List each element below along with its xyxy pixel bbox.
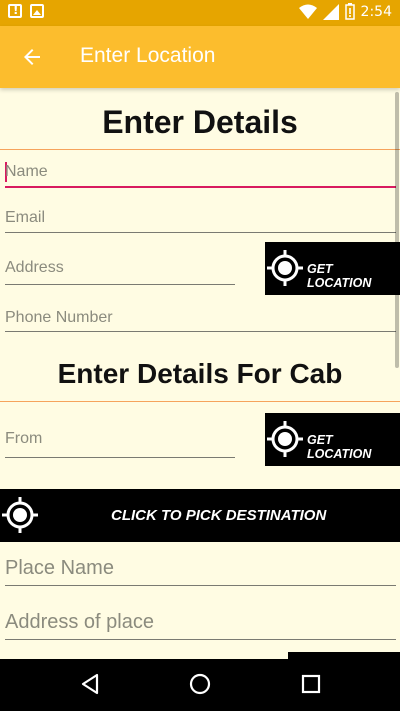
get-from-location-label: GET LOCATION bbox=[307, 433, 372, 461]
wifi-icon bbox=[298, 4, 317, 19]
email-label: Email bbox=[5, 209, 46, 226]
alert-notification-icon bbox=[8, 3, 22, 18]
nav-recents-icon[interactable] bbox=[300, 672, 322, 696]
from-underline bbox=[5, 457, 235, 458]
nav-home-icon[interactable] bbox=[188, 672, 212, 696]
app-title: Enter Location bbox=[80, 44, 216, 67]
scrollbar[interactable] bbox=[395, 92, 399, 368]
phone-underline bbox=[5, 331, 396, 332]
place-name-underline bbox=[5, 585, 396, 586]
get-location-button[interactable]: GET LOCATION bbox=[265, 242, 400, 295]
cab-divider bbox=[0, 401, 400, 402]
name-field[interactable]: Name bbox=[5, 156, 396, 190]
gps-target-icon bbox=[267, 421, 303, 457]
address-of-place-field[interactable]: Address of place bbox=[5, 608, 396, 644]
details-heading: Enter Details bbox=[102, 104, 298, 140]
address-of-place-underline bbox=[5, 639, 396, 640]
place-name-label: Place Name bbox=[5, 557, 114, 579]
battery-alert-icon bbox=[344, 3, 355, 20]
phone-label: Phone Number bbox=[5, 309, 113, 326]
phone-field[interactable]: Phone Number bbox=[5, 302, 396, 336]
image-notification-icon bbox=[30, 4, 44, 18]
address-label: Address bbox=[5, 259, 64, 276]
get-location-label: GET LOCATION bbox=[307, 262, 372, 290]
email-underline bbox=[5, 232, 396, 233]
from-field[interactable]: From bbox=[5, 423, 235, 458]
arrow-back-icon[interactable] bbox=[20, 45, 44, 69]
gps-target-icon bbox=[2, 497, 38, 533]
name-label: Name bbox=[5, 163, 48, 180]
email-field[interactable]: Email bbox=[5, 202, 396, 236]
address-underline bbox=[5, 284, 235, 285]
signal-icon bbox=[322, 3, 339, 20]
pick-destination-label: CLICK TO PICK DESTINATION bbox=[111, 507, 327, 524]
get-from-location-button[interactable]: GET LOCATION bbox=[265, 413, 400, 466]
status-bar: 2:54 bbox=[0, 0, 400, 26]
app-bar: Enter Location bbox=[0, 26, 400, 88]
pick-destination-button[interactable]: CLICK TO PICK DESTINATION bbox=[0, 489, 400, 542]
cab-heading: Enter Details For Cab bbox=[57, 358, 343, 389]
nav-back-icon[interactable] bbox=[79, 672, 101, 696]
place-name-field[interactable]: Place Name bbox=[5, 554, 396, 590]
gps-target-icon bbox=[267, 250, 303, 286]
details-divider bbox=[0, 149, 400, 150]
address-field[interactable]: Address bbox=[5, 252, 235, 286]
address-of-place-label: Address of place bbox=[5, 611, 154, 633]
navigation-bar bbox=[0, 659, 400, 711]
name-underline bbox=[5, 186, 396, 188]
from-label: From bbox=[5, 430, 43, 447]
status-time: 2:54 bbox=[360, 3, 392, 20]
